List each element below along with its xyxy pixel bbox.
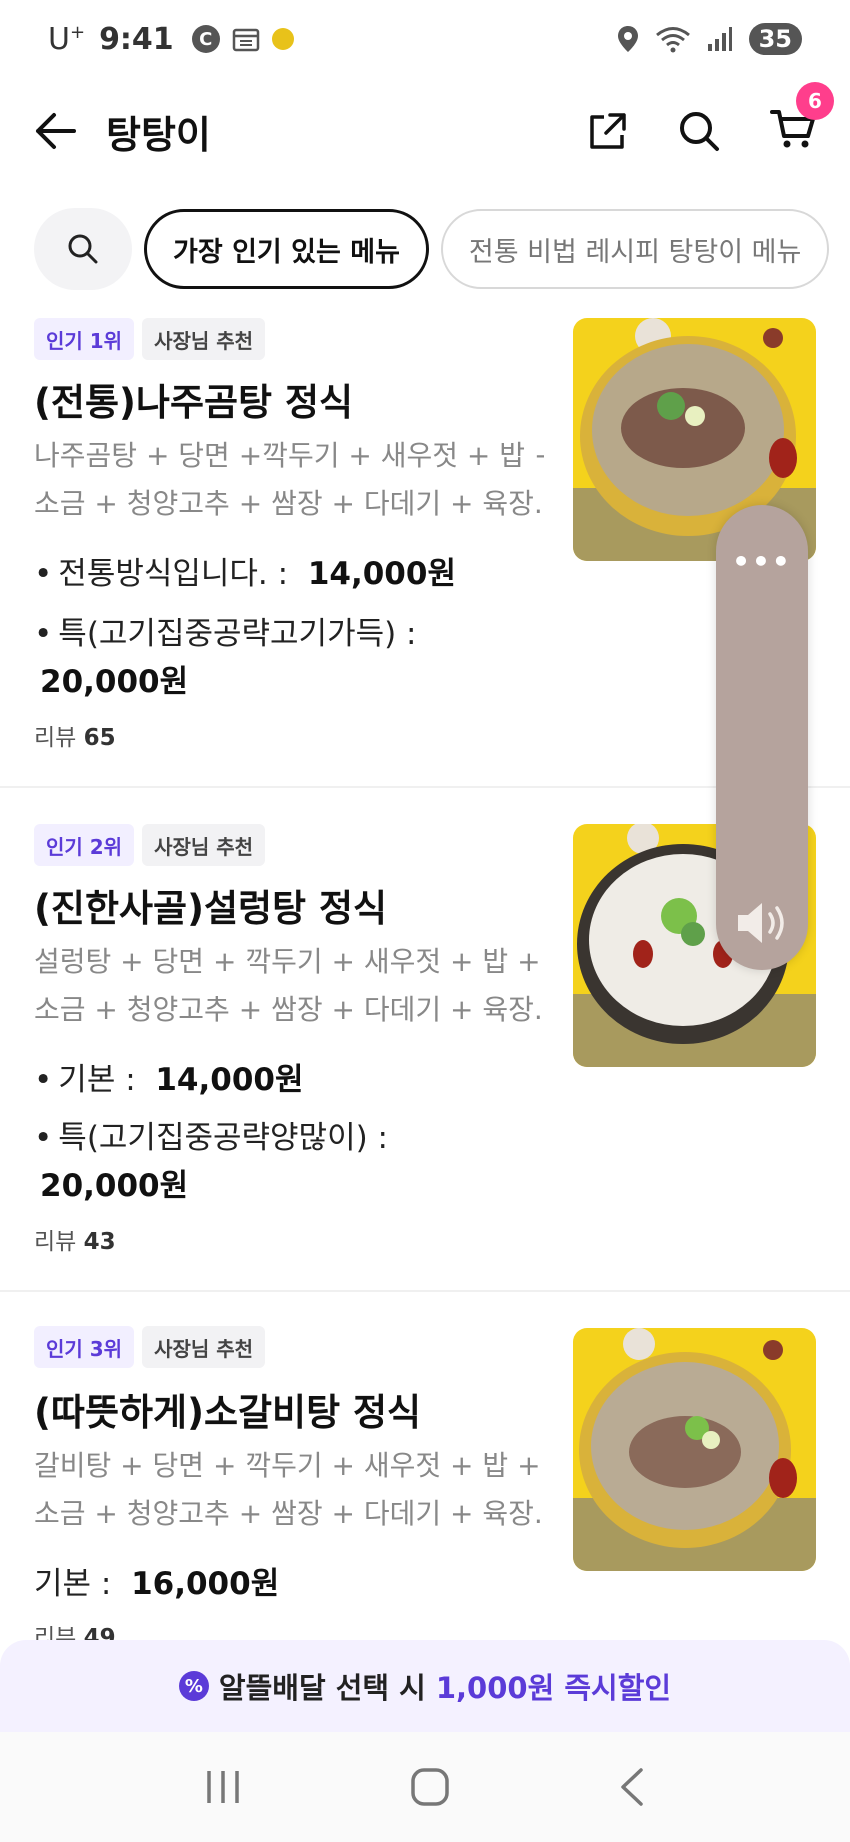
search-icon <box>68 234 98 264</box>
owner-recommend-badge: 사장님 추천 <box>142 824 266 866</box>
option-price-wrap: 20,000원 <box>40 1160 188 1205</box>
promo-accent-text: 1,000원 즉시할인 <box>435 1671 672 1705</box>
app-header: 탕탕이 6 <box>0 82 850 176</box>
item-name: (진한사골)설렁탕 정식 <box>34 887 388 930</box>
option-label: 특(고기집중공략고기가득) : <box>58 616 417 652</box>
price-option: 기본 : 16,000원 <box>34 1558 279 1603</box>
header-actions: 6 <box>588 82 834 154</box>
chip-traditional-menu[interactable]: 전통 비법 레시피 탕탕이 메뉴 <box>440 209 830 289</box>
item-description: 설렁탕 + 당면 + 깍두기 + 새우젓 + 밥 + 소금 + 청양고추 + 쌈… <box>34 938 544 1034</box>
status-notification-icons: C <box>191 25 294 53</box>
option-label: 기본 : <box>58 1062 136 1098</box>
review-count: 리뷰 43 <box>34 1222 116 1256</box>
item-description-line: 갈비탕 + 당면 + 깍두기 + 새우젓 + 밥 + <box>34 1449 541 1482</box>
item-tags: 인기 2위 사장님 추천 <box>34 824 266 866</box>
floating-edge-panel[interactable]: ••• <box>716 505 808 970</box>
item-description-line: 소금 + 청양고추 + 쌈장 + 다데기 + 육장... <box>34 1497 544 1530</box>
item-tags: 인기 1위 사장님 추천 <box>34 318 266 360</box>
clock: 9:41 <box>99 21 174 57</box>
promo-banner[interactable]: % 알뜰배달 선택 시 1,000원 즉시할인 <box>0 1640 850 1732</box>
rank-badge: 인기 3위 <box>34 1326 135 1368</box>
system-nav-bar <box>0 1732 850 1842</box>
item-name: (전통)나주곰탕 정식 <box>34 381 354 424</box>
c-icon: C <box>191 25 220 53</box>
option-label: 특(고기집중공략양많이) : <box>58 1120 388 1156</box>
price-option: • 기본 : 14,000원 <box>34 1062 304 1098</box>
rank-badge: 인기 1위 <box>34 318 135 360</box>
option-label: 기본 : <box>34 1566 112 1602</box>
cart-count-badge: 6 <box>796 82 834 120</box>
signal-icon <box>707 27 732 51</box>
price-option: • 특(고기집중공략양많이) : <box>34 1120 388 1156</box>
option-price: 20,000원 <box>40 664 189 700</box>
price-option: • 특(고기집중공략고기가득) : <box>34 616 417 652</box>
item-description-line: 소금 + 청양고추 + 쌈장 + 다데기 + 육장... <box>34 487 544 520</box>
back-arrow-icon[interactable] <box>34 111 78 151</box>
search-icon[interactable] <box>678 110 720 152</box>
item-description: 나주곰탕 + 당면 +깍두기 + 새우젓 + 밥 + 소금 + 청양고추 + 쌈… <box>34 432 544 528</box>
chip-search-button[interactable] <box>34 208 132 290</box>
home-icon[interactable] <box>410 1767 450 1807</box>
promo-text: 알뜰배달 선택 시 <box>218 1671 426 1705</box>
option-label: 전통방식입니다. : <box>58 556 289 592</box>
review-number: 43 <box>83 1229 116 1255</box>
recent-apps-icon[interactable] <box>203 1769 243 1805</box>
carrier: U+ 9:41 <box>48 22 174 57</box>
food-image <box>573 1328 816 1571</box>
review-number: 65 <box>83 725 116 751</box>
location-icon <box>617 26 638 52</box>
page-title: 탕탕이 <box>106 112 211 157</box>
more-icon[interactable]: ••• <box>716 545 808 578</box>
rank-badge: 인기 2위 <box>34 824 135 866</box>
item-description: 갈비탕 + 당면 + 깍두기 + 새우젓 + 밥 + 소금 + 청양고추 + 쌈… <box>34 1442 544 1538</box>
volume-icon[interactable] <box>734 898 790 948</box>
item-description-line: 설렁탕 + 당면 + 깍두기 + 새우젓 + 밥 + <box>34 945 541 978</box>
option-price: 16,000원 <box>131 1566 280 1602</box>
item-description-line: 소금 + 청양고추 + 쌈장 + 다데기 + 육장... <box>34 993 544 1026</box>
smile-icon <box>271 28 294 50</box>
item-description-line: 나주곰탕 + 당면 +깍두기 + 새우젓 + 밥 + <box>34 439 544 472</box>
review-label: 리뷰 <box>34 1229 77 1255</box>
status-system-icons: 35 <box>617 23 802 55</box>
cart-button[interactable]: 6 <box>770 82 834 154</box>
discount-icon: % <box>178 1671 209 1701</box>
owner-recommend-badge: 사장님 추천 <box>142 1326 266 1368</box>
carrier-label: U+ <box>48 21 86 57</box>
option-price: 20,000원 <box>40 1168 189 1204</box>
review-count: 리뷰 65 <box>34 718 116 752</box>
wifi-icon <box>655 27 690 53</box>
option-price: 14,000원 <box>155 1062 304 1098</box>
option-price-wrap: 20,000원 <box>40 656 188 701</box>
menu-filter-chips: 가장 인기 있는 메뉴 전통 비법 레시피 탕탕이 메뉴 <box>34 208 830 290</box>
back-nav-icon[interactable] <box>617 1767 647 1807</box>
battery-indicator: 35 <box>748 23 802 55</box>
calendar-icon <box>232 28 259 52</box>
review-label: 리뷰 <box>34 725 77 751</box>
chip-popular-menu[interactable]: 가장 인기 있는 메뉴 <box>144 209 429 289</box>
price-option: • 전통방식입니다. : 14,000원 <box>34 556 456 592</box>
owner-recommend-badge: 사장님 추천 <box>142 318 266 360</box>
option-price: 14,000원 <box>307 556 456 592</box>
share-icon[interactable] <box>588 111 628 151</box>
item-name: (따뜻하게)소갈비탕 정식 <box>34 1391 422 1434</box>
status-bar: U+ 9:41 C 35 <box>0 0 850 78</box>
item-tags: 인기 3위 사장님 추천 <box>34 1326 266 1368</box>
divider <box>0 1290 850 1292</box>
